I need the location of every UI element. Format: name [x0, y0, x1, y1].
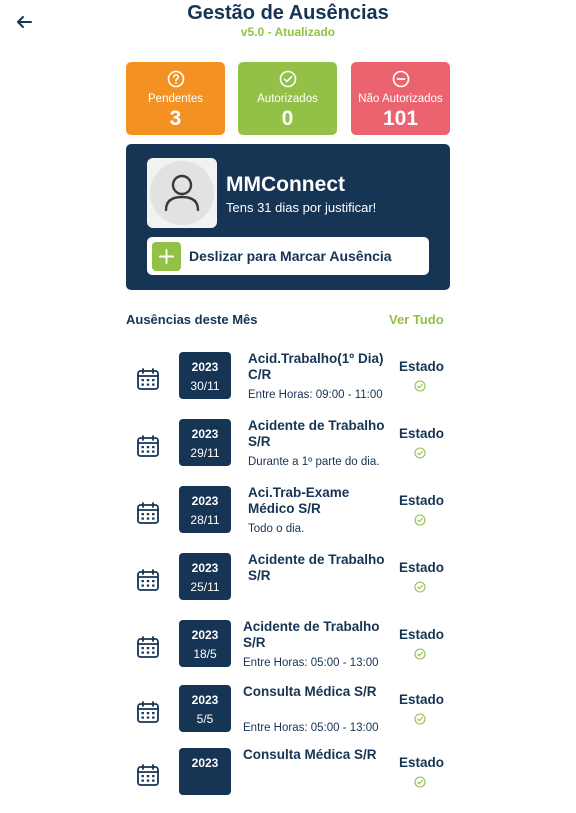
absence-type: Consulta Médica S/R — [243, 684, 377, 699]
date-year: 2023 — [191, 360, 219, 374]
slider-handle[interactable] — [152, 242, 181, 271]
status-label: Estado — [399, 359, 445, 374]
not-authorized-card[interactable]: Não Autorizados 101 — [351, 62, 450, 135]
authorized-card[interactable]: Autorizados 0 — [238, 62, 337, 135]
absence-row[interactable]: 2023 5/5 Consulta Médica S/R Entre Horas: 0… — [126, 684, 456, 750]
version-label: v5.0 - Atualizado — [240, 25, 336, 39]
pending-count: 3 — [169, 107, 182, 130]
slider-label: Deslizar para Marcar Ausência — [189, 248, 392, 264]
absence-row[interactable]: 2023 28/11 Aci.Trab-Exame Médico S/R Todo o… — [126, 485, 456, 551]
date-badge: 2023 30/11 — [179, 352, 231, 399]
absence-type: Consulta Médica S/R — [243, 747, 377, 762]
date-year: 2023 — [191, 494, 219, 508]
absence-type: Acidente de Trabalho S/R — [243, 619, 380, 650]
date-year: 2023 — [191, 628, 219, 642]
page-title: Gestão de Ausências — [187, 2, 389, 24]
see-all-link[interactable]: Ver Tudo — [389, 312, 444, 327]
absence-detail: Entre Horas: 05:00 - 13:00 — [243, 657, 379, 669]
absence-row[interactable]: 2023 30/11 Acid.Trabalho(1º Dia) C/R Entre … — [126, 351, 456, 417]
calendar-icon — [137, 569, 159, 591]
user-name: MMConnect — [226, 173, 345, 196]
check-circle-icon — [414, 776, 426, 788]
absence-row[interactable]: 2023 29/11 Acidente de Trabalho S/R Durante… — [126, 418, 456, 484]
date-year: 2023 — [191, 693, 219, 707]
absence-detail: Durante a 1º parte do dia. — [248, 456, 380, 468]
pending-label: Pendentes — [148, 93, 203, 105]
absence-type: Acid.Trabalho(1º Dia) C/R — [248, 351, 384, 382]
date-day: 29/11 — [190, 446, 220, 460]
absence-row[interactable]: 2023 25/11 Acidente de Trabalho S/R Estado — [126, 552, 456, 618]
plus-icon — [159, 249, 174, 264]
absence-row[interactable]: 2023 Consulta Médica S/R Estado — [126, 747, 456, 813]
pending-card[interactable]: Pendentes 3 — [126, 62, 225, 135]
authorized-label: Autorizados — [257, 93, 318, 105]
status-label: Estado — [399, 692, 445, 707]
absence-type: Aci.Trab-Exame Médico S/R — [248, 485, 350, 516]
absence-detail: Entre Horas: 05:00 - 13:00 — [243, 722, 379, 734]
calendar-icon — [137, 502, 159, 524]
calendar-icon — [137, 636, 159, 658]
absence-detail: Todo o dia. — [248, 523, 305, 535]
date-day: 25/11 — [190, 580, 220, 594]
mark-absence-slider[interactable]: Deslizar para Marcar Ausência — [147, 237, 429, 275]
date-day: 28/11 — [190, 513, 220, 527]
date-badge: 2023 — [179, 748, 231, 795]
status-label: Estado — [399, 493, 445, 508]
pending-days-message: Tens 31 dias por justificar! — [226, 200, 377, 215]
calendar-icon — [137, 435, 159, 457]
date-day: 18/5 — [193, 647, 217, 661]
check-circle-icon — [279, 70, 296, 88]
date-badge: 2023 18/5 — [179, 620, 231, 667]
section-title: Ausências deste Mês — [126, 312, 258, 327]
date-badge: 2023 28/11 — [179, 486, 231, 533]
date-day: 5/5 — [196, 712, 214, 726]
date-year: 2023 — [191, 427, 219, 441]
date-year: 2023 — [191, 561, 219, 575]
date-badge: 2023 29/11 — [179, 419, 231, 466]
check-circle-icon — [414, 514, 426, 526]
not-authorized-label: Não Autorizados — [358, 93, 443, 105]
absence-type: Acidente de Trabalho S/R — [248, 418, 385, 449]
calendar-icon — [137, 368, 159, 390]
absence-type: Acidente de Trabalho S/R — [248, 552, 385, 583]
date-badge: 2023 25/11 — [179, 553, 231, 600]
check-circle-icon — [414, 648, 426, 660]
status-label: Estado — [399, 426, 445, 441]
date-badge: 2023 5/5 — [179, 685, 231, 732]
avatar — [147, 158, 217, 228]
calendar-icon — [137, 701, 159, 723]
check-circle-icon — [414, 380, 426, 392]
not-authorized-count: 101 — [382, 107, 419, 130]
status-label: Estado — [399, 560, 445, 575]
authorized-count: 0 — [281, 107, 294, 130]
question-circle-icon — [167, 70, 184, 88]
user-icon — [164, 174, 200, 212]
absence-detail: Entre Horas: 09:00 - 11:00 — [248, 389, 383, 401]
date-day: 30/11 — [190, 379, 220, 393]
status-label: Estado — [399, 627, 445, 642]
calendar-icon — [137, 764, 159, 786]
minus-circle-icon — [392, 70, 409, 88]
check-circle-icon — [414, 713, 426, 725]
absence-row[interactable]: 2023 18/5 Acidente de Trabalho S/R Entre Ho… — [126, 619, 456, 685]
profile-card: MMConnect Tens 31 dias por justificar! D… — [126, 144, 450, 290]
check-circle-icon — [414, 581, 426, 593]
check-circle-icon — [414, 447, 426, 459]
